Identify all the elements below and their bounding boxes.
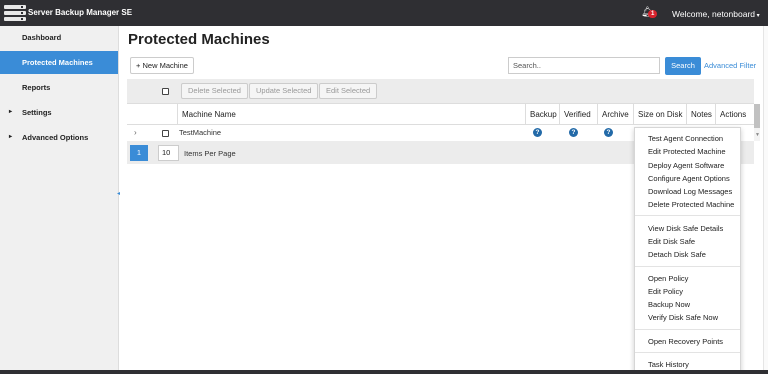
page-title: Protected Machines xyxy=(128,31,270,48)
menu-item-detach-disk-safe[interactable]: Detach Disk Safe xyxy=(648,250,706,259)
notification-badge[interactable]: 1 xyxy=(648,10,658,18)
column-header-machine-name[interactable]: Machine Name xyxy=(177,104,525,125)
chevron-down-icon: ▾ xyxy=(755,13,760,19)
machine-name-cell[interactable]: TestMachine xyxy=(179,125,221,141)
sidebar-item-label: Protected Machines xyxy=(22,58,93,67)
backup-status-help-icon[interactable]: ? xyxy=(533,128,542,137)
menu-item-test-agent-connection[interactable]: Test Agent Connection xyxy=(648,134,723,143)
sidebar-item-settings[interactable]: ▸ Settings xyxy=(0,101,118,124)
expand-row-icon[interactable]: › xyxy=(134,128,137,137)
sidebar-item-reports[interactable]: Reports xyxy=(0,76,118,99)
column-header-backup[interactable]: Backup xyxy=(525,104,559,125)
advanced-filter-link[interactable]: Advanced Filter xyxy=(704,61,756,70)
sidebar: Dashboard Protected Machines Reports ▸ Se… xyxy=(0,26,119,374)
archive-status-help-icon[interactable]: ? xyxy=(604,128,613,137)
menu-item-deploy-agent-software[interactable]: Deploy Agent Software xyxy=(648,161,724,170)
scroll-down-icon[interactable]: ▼ xyxy=(755,132,760,138)
sidebar-collapse-icon[interactable]: ◂ xyxy=(117,190,120,197)
chevron-right-icon: ▸ xyxy=(9,109,13,115)
sidebar-item-advanced-options[interactable]: ▸ Advanced Options xyxy=(0,126,118,149)
app-title: Server Backup Manager SE xyxy=(28,8,133,17)
grid-toolbar: Delete Selected Update Selected Edit Sel… xyxy=(127,79,754,104)
menu-item-edit-protected-machine[interactable]: Edit Protected Machine xyxy=(648,147,726,156)
page-number-button[interactable]: 1 xyxy=(130,145,148,161)
update-selected-button[interactable]: Update Selected xyxy=(249,83,319,99)
column-header-size-on-disk[interactable]: Size on Disk xyxy=(633,104,686,125)
sidebar-item-protected-machines[interactable]: Protected Machines xyxy=(0,51,118,74)
menu-item-backup-now[interactable]: Backup Now xyxy=(648,300,690,309)
menu-item-view-disk-safe-details[interactable]: View Disk Safe Details xyxy=(648,224,723,233)
items-per-page-label: Items Per Page xyxy=(184,149,236,158)
actions-dropdown-menu: Test Agent Connection Edit Protected Mac… xyxy=(634,127,741,374)
column-header-verified[interactable]: Verified xyxy=(559,104,597,125)
grid-header: Machine Name Backup Verified Archive Siz… xyxy=(127,104,754,125)
page-scrollbar[interactable] xyxy=(763,26,768,374)
welcome-text: Welcome, netonboard xyxy=(672,9,756,19)
new-machine-button[interactable]: + New Machine xyxy=(130,57,194,74)
column-header-notes[interactable]: Notes xyxy=(686,104,715,125)
sidebar-item-label: Settings xyxy=(22,108,52,117)
menu-divider xyxy=(635,329,740,330)
search-input[interactable] xyxy=(508,57,660,74)
plus-icon: + xyxy=(136,61,141,70)
menu-divider xyxy=(635,266,740,267)
grid-scrollbar-thumb[interactable] xyxy=(754,104,760,128)
window-bottom-edge xyxy=(0,370,768,374)
verified-status-help-icon[interactable]: ? xyxy=(569,128,578,137)
sidebar-item-label: Dashboard xyxy=(22,33,62,42)
top-bar: Server Backup Manager SE 🔔︎ 1 Welcome, n… xyxy=(0,0,768,26)
menu-divider xyxy=(635,352,740,353)
select-all-checkbox[interactable] xyxy=(162,88,169,95)
sidebar-item-label: Advanced Options xyxy=(22,133,89,142)
delete-selected-button[interactable]: Delete Selected xyxy=(181,83,248,99)
menu-item-delete-protected-machine[interactable]: Delete Protected Machine xyxy=(648,200,734,209)
user-menu[interactable]: Welcome, netonboard ▾ xyxy=(672,9,760,19)
column-header-actions[interactable]: Actions xyxy=(715,104,754,125)
menu-item-edit-disk-safe[interactable]: Edit Disk Safe xyxy=(648,237,695,246)
menu-item-configure-agent-options[interactable]: Configure Agent Options xyxy=(648,174,730,183)
search-button[interactable]: Search xyxy=(665,57,701,75)
menu-item-open-policy[interactable]: Open Policy xyxy=(648,274,688,283)
row-checkbox[interactable] xyxy=(162,130,169,137)
menu-item-task-history[interactable]: Task History xyxy=(648,360,689,369)
sidebar-item-dashboard[interactable]: Dashboard xyxy=(0,26,118,49)
menu-item-download-log-messages[interactable]: Download Log Messages xyxy=(648,187,732,196)
chevron-right-icon: ▸ xyxy=(9,134,13,140)
menu-divider xyxy=(635,215,740,216)
menu-item-verify-disk-safe-now[interactable]: Verify Disk Safe Now xyxy=(648,313,718,322)
edit-selected-button[interactable]: Edit Selected xyxy=(319,83,378,99)
column-header-archive[interactable]: Archive xyxy=(597,104,633,125)
new-machine-label: New Machine xyxy=(142,61,188,70)
menu-item-open-recovery-points[interactable]: Open Recovery Points xyxy=(648,337,723,346)
menu-item-edit-policy[interactable]: Edit Policy xyxy=(648,287,683,296)
server-logo-icon xyxy=(4,4,26,22)
items-per-page-select[interactable]: 10 xyxy=(158,145,179,161)
sidebar-item-label: Reports xyxy=(22,83,51,92)
